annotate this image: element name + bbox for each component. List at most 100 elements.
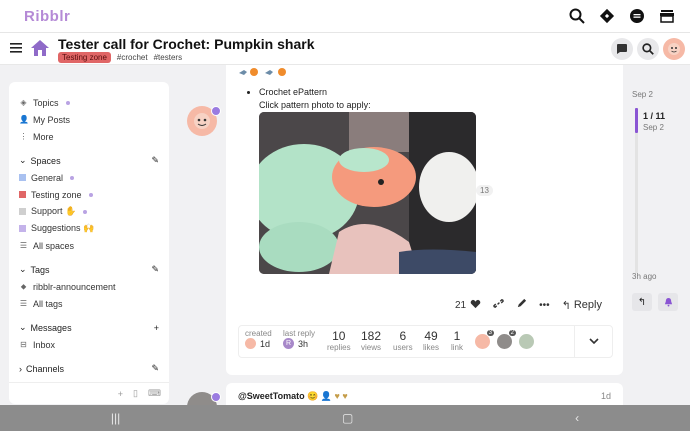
edit-icon[interactable]: ✎: [151, 155, 159, 166]
add-icon[interactable]: +: [118, 389, 123, 399]
sidebar-item-label: More: [33, 131, 54, 142]
last-reply-label: last reply: [283, 329, 316, 338]
avatar[interactable]: 3: [475, 330, 494, 349]
category-color-swatch: [19, 174, 26, 181]
post-bullet-list: Crochet ePattern: [248, 87, 327, 97]
user-icon: 👤: [19, 115, 29, 124]
sidebar-item-my-posts[interactable]: 👤 My Posts: [19, 111, 159, 128]
diamond-icon[interactable]: [596, 5, 618, 27]
sidebar-item-label: Suggestions 🙌: [31, 223, 95, 233]
sidebar-section-tags[interactable]: ⌄ Tags ✎: [19, 261, 159, 278]
timeline-position-date: Sep 2: [643, 123, 664, 132]
shop-icon[interactable]: [656, 5, 678, 27]
like-button[interactable]: 21: [455, 299, 481, 312]
last-reply-stat[interactable]: last reply R 3h: [283, 329, 315, 349]
created-stat[interactable]: created 1d: [245, 329, 272, 349]
links-count: 1: [453, 329, 461, 343]
home-icon[interactable]: [30, 38, 50, 61]
last-reply-value: 3h: [298, 338, 309, 349]
edit-icon[interactable]: [516, 298, 527, 312]
menu-icon[interactable]: [10, 43, 22, 56]
home-button-icon[interactable]: ▢: [342, 411, 353, 425]
tag-icon: ⬥: [20, 281, 27, 291]
sidebar-item-tag[interactable]: ⬥ ribblr-announcement: [19, 278, 159, 295]
search-icon[interactable]: [566, 5, 588, 27]
unread-dot: [83, 209, 88, 214]
sidebar-item-suggestions[interactable]: Suggestions 🙌: [19, 220, 159, 237]
apply-text: Click pattern photo to apply:: [259, 100, 371, 110]
emoji-row: [238, 67, 290, 79]
timeline-position: 1 / 11: [643, 111, 666, 121]
edit-icon[interactable]: ✎: [151, 363, 159, 374]
sidebar-item-testing-zone[interactable]: Testing zone: [19, 186, 159, 203]
timeline-track[interactable]: [635, 133, 638, 273]
sidebar-item-label: ribblr-announcement: [33, 281, 116, 292]
sidebar-section-spaces[interactable]: ⌄ Spaces ✎: [19, 152, 159, 169]
likes-label: likes: [423, 343, 440, 352]
sidebar-item-support[interactable]: Support ✋: [19, 203, 159, 220]
post-date[interactable]: 1d: [601, 391, 611, 401]
timeline-scroller-handle[interactable]: [635, 108, 638, 133]
likes-stat: 49 likes: [423, 329, 439, 352]
links-stat: 1 link: [451, 329, 463, 352]
link-icon[interactable]: [493, 298, 504, 312]
chevron-down-icon: ⌄: [19, 322, 27, 332]
timeline-start-date[interactable]: Sep 2: [632, 90, 653, 99]
topic-tags: Testing zone #crochet #testers: [58, 52, 182, 63]
sidebar-scroll[interactable]: ◈ Topics 👤 My Posts ⋮ More ⌄ Spaces ✎ Gen…: [9, 82, 169, 382]
chevron-down-icon: ⌄: [19, 155, 27, 165]
category-color-swatch: [19, 208, 26, 215]
avatar[interactable]: [519, 334, 534, 349]
back-icon[interactable]: ‹: [575, 411, 579, 425]
header-actions: [611, 38, 685, 60]
mobile-icon[interactable]: ▯: [133, 388, 138, 399]
created-value: 1d: [260, 338, 271, 349]
sidebar-item-label: Topics: [33, 97, 59, 108]
chevron-down-icon: ⌄: [19, 264, 27, 274]
brand-logo[interactable]: Ribblr: [24, 8, 70, 25]
avatar[interactable]: 2: [497, 330, 516, 349]
page-title[interactable]: Tester call for Crochet: Pumpkin shark: [58, 36, 314, 52]
chat-icon[interactable]: [626, 5, 648, 27]
sidebar-section-messages[interactable]: ⌄ Messages +: [19, 319, 159, 336]
reply-button[interactable]: ↰ Reply: [562, 299, 602, 312]
plus-icon[interactable]: +: [154, 323, 159, 333]
sidebar-item-label: Support ✋: [31, 206, 77, 216]
edit-icon[interactable]: ✎: [151, 264, 159, 275]
sidebar-item-all-spaces[interactable]: ☰ All spaces: [19, 237, 159, 254]
post-count-badge: 2: [508, 330, 516, 336]
pattern-photo[interactable]: [259, 112, 476, 274]
more-options-icon[interactable]: •••: [539, 300, 550, 311]
sidebar-section-channels[interactable]: › Channels ✎: [19, 360, 159, 377]
section-title: Channels: [26, 363, 65, 374]
section-title: Spaces: [30, 155, 61, 166]
sidebar-item-more[interactable]: ⋮ More: [19, 128, 159, 145]
section-title: Messages: [30, 322, 72, 333]
sidebar-item-inbox[interactable]: ⊟ Inbox: [19, 336, 159, 353]
sidebar-item-topics[interactable]: ◈ Topics: [19, 94, 159, 111]
expand-topic-map-button[interactable]: [574, 326, 612, 357]
inbox-icon: ⊟: [20, 340, 27, 349]
sidebar-item-all-tags[interactable]: ☰ All tags: [19, 295, 159, 312]
post-username[interactable]: @SweetTomato 😊 👤 ♥ ♥: [238, 391, 348, 402]
post-count-badge: 3: [486, 330, 494, 336]
timeline-last-activity[interactable]: 3h ago: [632, 272, 656, 281]
sidebar-item-label: Inbox: [33, 339, 56, 350]
search-icon[interactable]: [637, 38, 659, 60]
unread-dot: [65, 100, 70, 105]
recent-apps-icon[interactable]: |||: [111, 411, 120, 425]
avatar[interactable]: [663, 38, 685, 60]
category-badge[interactable]: Testing zone: [58, 52, 111, 63]
sidebar-item-label: Testing zone: [31, 189, 82, 200]
keyboard-icon[interactable]: ⌨: [148, 388, 161, 399]
tag-link[interactable]: #crochet: [117, 53, 148, 62]
sidebar-item-general[interactable]: General: [19, 169, 159, 186]
bell-icon[interactable]: [658, 293, 678, 311]
tag-link[interactable]: #testers: [154, 53, 182, 62]
list-icon: ☰: [19, 299, 28, 308]
post-card: @SweetTomato 😊 👤 ♥ ♥ 1d: [226, 383, 623, 405]
replies-stat: 10 replies: [327, 329, 351, 352]
chat-bubble-icon[interactable]: [611, 38, 633, 60]
reply-arrow-icon[interactable]: ↰: [632, 293, 652, 311]
likes-count: 49: [424, 329, 438, 343]
